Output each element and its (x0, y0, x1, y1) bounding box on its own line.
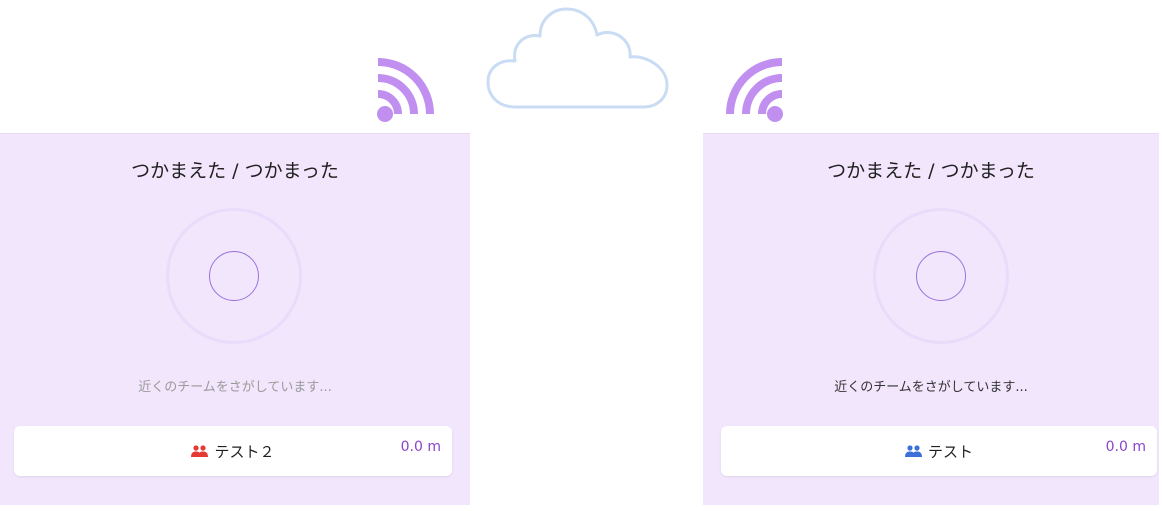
group-icon (191, 445, 209, 457)
wifi-signal-icon (377, 58, 434, 122)
team-list-item[interactable]: テスト 0.0 m (721, 426, 1157, 476)
team-distance: 0.0 m (400, 439, 441, 455)
cloud-icon (486, 7, 669, 109)
team-list-item[interactable]: テスト２ 0.0 m (14, 426, 452, 476)
right-device-panel: つかまえた / つかまった 近くのチームをさがしています... テスト 0.0 … (703, 133, 1159, 505)
radar-inner-ring (209, 251, 259, 301)
team-name: テスト (927, 442, 973, 461)
page-title: つかまえた / つかまった (827, 160, 1035, 182)
search-status-text: 近くのチームをさがしています... (834, 380, 1028, 395)
team-name: テスト２ (214, 442, 275, 461)
team-distance: 0.0 m (1105, 439, 1146, 455)
radar-scanner (166, 208, 302, 344)
group-icon (904, 445, 922, 457)
left-device-panel: つかまえた / つかまった 近くのチームをさがしています... テスト２ 0.0… (0, 133, 470, 505)
wifi-signal-icon (726, 58, 783, 122)
search-status-text: 近くのチームをさがしています... (138, 380, 332, 395)
radar-scanner (873, 208, 1009, 344)
radar-inner-ring (916, 251, 966, 301)
page-title: つかまえた / つかまった (131, 160, 339, 182)
